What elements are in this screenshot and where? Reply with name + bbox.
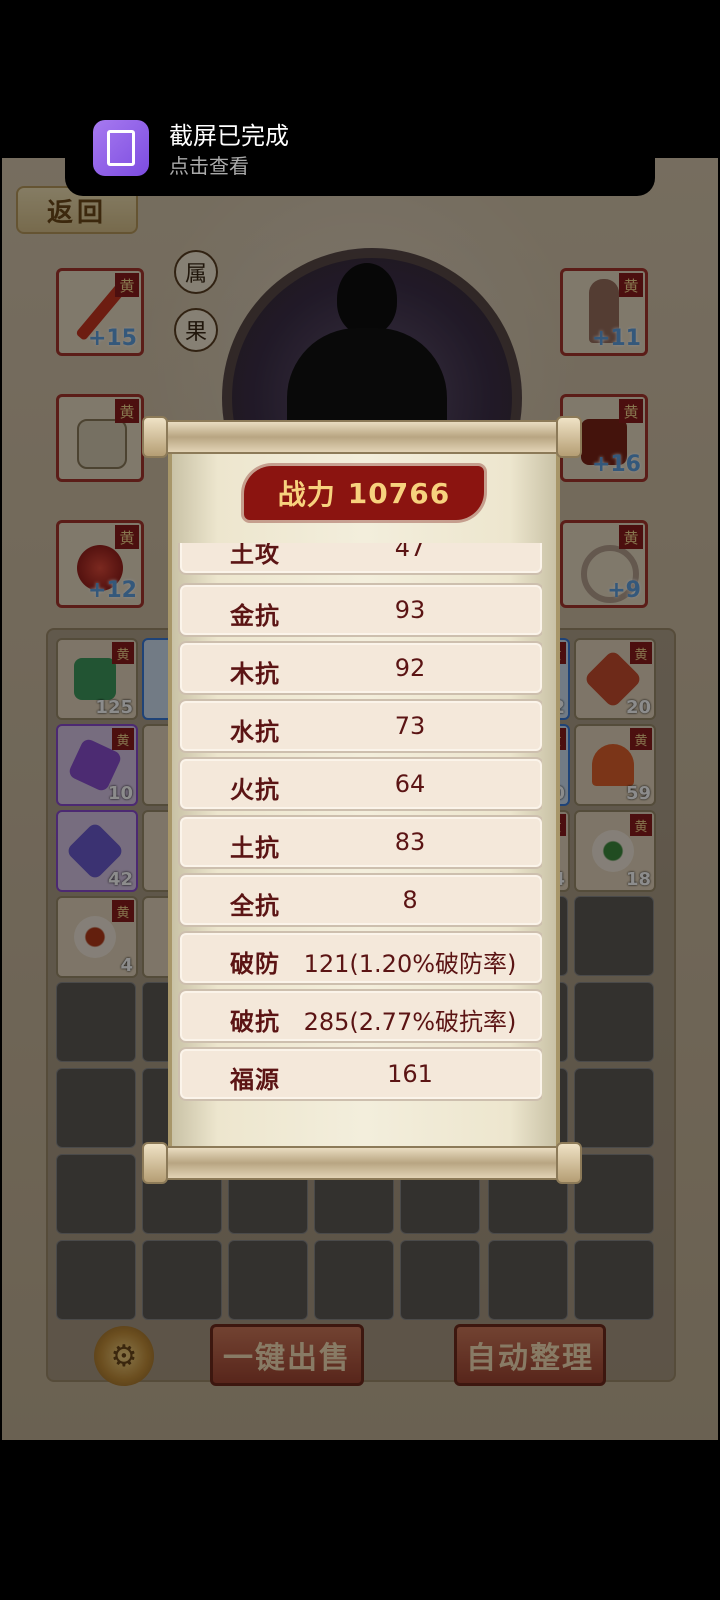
stat-row: 金抗 93 — [178, 583, 542, 637]
stat-value: 92 — [394, 654, 426, 682]
stat-value: 121(1.20%破防率) — [303, 950, 517, 978]
stats-list[interactable]: 土攻 47 金抗 93 木抗 92 水抗 73 火抗 64 土抗 83 全抗 8… — [178, 543, 542, 1103]
stat-value: 161 — [387, 1060, 433, 1088]
stat-row: 火抗 64 — [178, 757, 542, 811]
stat-label: 破防 — [230, 950, 280, 978]
stat-label: 全抗 — [230, 892, 280, 920]
scroll-top-roller — [142, 416, 582, 458]
screenshot-app-icon — [93, 120, 149, 176]
stat-value: 8 — [402, 886, 418, 914]
stat-label: 金抗 — [230, 602, 280, 630]
stat-row: 水抗 73 — [178, 699, 542, 753]
stat-row: 破防 121(1.20%破防率) — [178, 931, 542, 985]
power-label: 战力 — [277, 478, 336, 511]
stat-value: 93 — [394, 596, 426, 624]
roller-cap-right — [556, 416, 582, 458]
stat-row: 福源 161 — [178, 1047, 542, 1101]
stat-label: 木抗 — [230, 660, 280, 688]
stat-value: 83 — [394, 828, 426, 856]
stat-value: 285(2.77%破抗率) — [303, 1008, 517, 1036]
power-value: 10766 — [347, 476, 451, 510]
stat-label: 福源 — [230, 1066, 280, 1094]
scroll-bottom-roller — [142, 1142, 582, 1184]
stat-value: 73 — [394, 712, 426, 740]
stat-row: 土抗 83 — [178, 815, 542, 869]
roller-cap-left — [142, 1142, 168, 1184]
roller-cap-right — [556, 1142, 582, 1184]
stat-label: 土攻 — [230, 543, 280, 568]
stat-row: 全抗 8 — [178, 873, 542, 927]
image-icon — [107, 130, 135, 166]
stat-row: 破抗 285(2.77%破抗率) — [178, 989, 542, 1043]
stat-label: 火抗 — [230, 776, 280, 804]
screenshot-notification[interactable]: 截屏已完成 点击查看 — [65, 104, 655, 196]
stat-row: 土攻 47 — [178, 543, 542, 575]
stat-label: 破抗 — [230, 1008, 280, 1036]
stat-row: 木抗 92 — [178, 641, 542, 695]
stat-label: 水抗 — [230, 718, 280, 746]
stat-value: 64 — [394, 770, 426, 798]
combat-power-banner: 战力 10766 — [244, 466, 484, 520]
stat-label: 土抗 — [230, 834, 280, 862]
roller-cap-left — [142, 416, 168, 458]
notification-subtitle: 点击查看 — [169, 154, 249, 178]
stat-value: 47 — [394, 543, 426, 562]
notification-title: 截屏已完成 — [169, 122, 289, 150]
